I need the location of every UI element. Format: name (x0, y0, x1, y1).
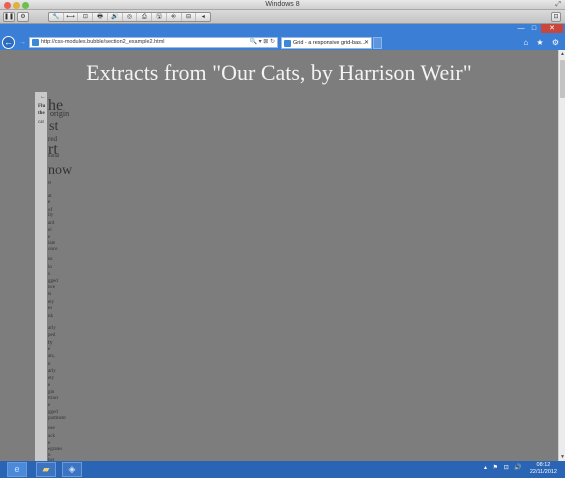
vm-tools-group: 🔧 ⟷ ⊡ 🖶 🔊 ◎ ⎙ 🖫 ⎆ ⊟ ◂ (48, 12, 211, 22)
scroll-up-icon[interactable]: ▲ (559, 50, 565, 58)
column-fragment: n (48, 362, 51, 367)
column-fragment: ack (48, 434, 55, 439)
column-fragment: st (49, 119, 59, 134)
display-icon[interactable]: ⊟ (182, 13, 197, 21)
forward-button[interactable]: → (18, 38, 27, 47)
column-fragment: cat (38, 120, 44, 125)
ie-navigation-bar: ← → http://css-modules.bubble/section2_e… (0, 35, 565, 50)
file-explorer-icon[interactable]: ▰ (36, 462, 56, 477)
column-fragment: e (48, 383, 51, 388)
column-fragment: origin (50, 109, 70, 118)
network-icon[interactable]: ⟷ (64, 13, 79, 21)
clock-date: 22/11/2012 (529, 469, 557, 475)
ie-window-titlebar: — □ ✕ (0, 24, 565, 35)
column-fragment: egrates (48, 447, 63, 452)
vm-window-titlebar: Windows 8 ⤢ (0, 0, 565, 10)
back-button[interactable]: ← (2, 36, 15, 49)
column-fragment: in (48, 265, 52, 270)
page-title: Extracts from "Our Cats, by Harrison Wei… (86, 60, 472, 85)
column-fragment: ose (48, 426, 55, 431)
column-fragment: arly (48, 326, 56, 331)
usb-icon[interactable]: ⎙ (137, 13, 153, 21)
floppy-icon[interactable]: 🖫 (152, 13, 167, 21)
printer-icon[interactable]: 🖶 (93, 13, 108, 21)
column-fragment: ily (48, 213, 54, 218)
ie-toolbar-icons[interactable]: ⌂ ★ ⚙ (523, 37, 562, 48)
overflowing-column-text: ← he Flu the origin cat st red rt nimal … (38, 92, 82, 461)
scrollbar-thumb[interactable] (560, 60, 565, 98)
camera-icon[interactable]: ◎ (123, 13, 138, 21)
column-fragment: e (48, 200, 51, 205)
column-fragment: now (48, 163, 73, 178)
clock[interactable]: 08:12 22/11/2012 (530, 462, 557, 476)
sound-icon[interactable]: 🔊 (108, 13, 123, 21)
column-fragment: el (48, 228, 52, 233)
column-fragment: nce (48, 285, 55, 290)
vm-toolbar: ❚❚ ⚙ 🔧 ⟷ ⊡ 🖶 🔊 ◎ ⎙ 🖫 ⎆ ⊟ ◂ ⊡ (0, 10, 565, 24)
column-fragment: e (48, 441, 51, 446)
tab-favicon-icon (284, 40, 291, 47)
column-fragment: e (48, 235, 51, 240)
column-fragment: Flu (38, 104, 46, 109)
pause-vm-button[interactable]: ❚❚ (3, 12, 15, 22)
column-fragment: nk (48, 314, 53, 319)
column-fragment: e (48, 403, 51, 408)
column-fragment: ety (48, 376, 55, 381)
column-fragment: o (48, 180, 51, 186)
address-text[interactable]: http://css-modules.bubble/section2_examp… (41, 38, 165, 47)
column-fragment: ats, (48, 354, 55, 359)
column-fragment: es (48, 306, 53, 311)
column-fragment[interactable]: ← (40, 94, 46, 100)
system-tray-icons[interactable]: ▴ ⚑ ⊡ 🔊 (484, 464, 524, 471)
column-fragment: at (48, 194, 52, 199)
column-fragment: e (48, 347, 51, 352)
internet-explorer-icon[interactable]: e (7, 462, 27, 477)
column-fragment: gged (48, 410, 58, 415)
vm-window-title: Windows 8 (265, 1, 300, 8)
column-fragment: ety (48, 300, 55, 305)
page-icon (32, 39, 39, 46)
tab-title: Grid - a responsive grid-bas... (293, 40, 366, 46)
column-fragment: the (38, 111, 45, 116)
tab-grid[interactable]: Grid - a responsive grid-bas... ✕ (281, 37, 372, 49)
column-fragment: ts (48, 292, 52, 297)
column-fragment: ttract (48, 396, 59, 401)
windows-taskbar: e ▰ ◈ ▴ ⚑ ⊡ 🔊 08:12 22/11/2012 (0, 461, 565, 478)
close-icon[interactable]: ✕ (541, 24, 563, 33)
column-fragment: ard (48, 221, 55, 226)
column-fragment: gged (48, 279, 58, 284)
page-scrollbar[interactable]: ▲ ▼ (558, 50, 565, 461)
share-icon[interactable]: ⎆ (167, 13, 182, 21)
disk-icon[interactable]: ⊡ (78, 13, 94, 21)
column-fragment: gin (48, 390, 55, 395)
minimize-icon[interactable]: — (515, 24, 527, 33)
column-fragment: iate (48, 241, 56, 246)
wrench-icon[interactable]: 🔧 (49, 13, 64, 21)
fullscreen-icon[interactable]: ⤢ (555, 1, 561, 9)
tab-close-icon[interactable]: ✕ (364, 38, 369, 48)
column-fragment: nimal (48, 154, 60, 159)
column-fragment: once (48, 247, 58, 252)
column-fragment: ped (48, 333, 56, 338)
address-bar[interactable]: http://css-modules.bubble/section2_examp… (29, 37, 278, 48)
app-icon[interactable]: ◈ (62, 462, 82, 477)
vm-settings-button[interactable]: ⚙ (17, 12, 29, 22)
column-fragment: ns (48, 257, 53, 262)
column-fragment: arly (48, 369, 56, 374)
vm-menu-button[interactable]: ⊡ (551, 12, 561, 22)
maximize-icon[interactable]: □ (528, 24, 540, 33)
page-content: Extracts from "Our Cats, by Harrison Wei… (0, 50, 558, 461)
scroll-down-icon[interactable]: ▼ (559, 453, 565, 461)
column-fragment: ty (48, 340, 53, 346)
clock-time: 08:12 (536, 462, 551, 468)
chevron-left-icon[interactable]: ◂ (196, 13, 210, 21)
address-tools[interactable]: 🔍 ▾ ⊠ ↻ (249, 38, 275, 47)
new-tab-button[interactable] (373, 37, 382, 49)
column-fragment: partment (48, 416, 66, 421)
column-fragment: s (48, 272, 50, 277)
